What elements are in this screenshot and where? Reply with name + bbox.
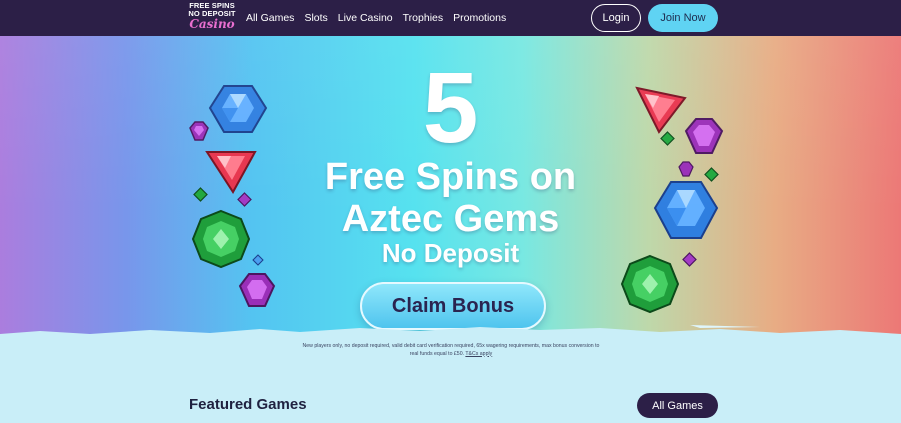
- logo-line-2: NO DEPOSIT: [188, 8, 236, 18]
- hero-banner: 5 Free Spins on Aztec Gems No Deposit Cl…: [0, 36, 901, 336]
- logo-line-3: Casino: [189, 17, 235, 31]
- top-nav-bar: FREE SPINS NO DEPOSIT Casino All Games S…: [0, 0, 901, 36]
- green-gem-icon: [620, 254, 680, 314]
- featured-games-heading: Featured Games: [189, 396, 307, 413]
- blue-gem-icon: [653, 181, 719, 239]
- join-now-button[interactable]: Join Now: [648, 4, 718, 32]
- terms-disclaimer: New players only, no deposit required, v…: [290, 343, 612, 358]
- hero-subtitle: No Deposit: [381, 238, 520, 268]
- small-purple-gem-icon: [678, 161, 694, 177]
- red-gem-icon: [205, 151, 257, 194]
- disclaimer-text-1: New players only, no deposit required, v…: [302, 343, 600, 349]
- tiny-purple-gem-icon: [682, 252, 697, 267]
- red-gem-icon: [635, 86, 687, 134]
- tiny-blue-gem-icon: [252, 254, 264, 266]
- green-gem-icon: [191, 209, 251, 269]
- blue-gem-icon: [208, 85, 268, 133]
- tiny-green-gem-icon: [660, 131, 675, 146]
- tiny-green-gem-icon: [704, 167, 719, 182]
- nav-all-games[interactable]: All Games: [246, 12, 294, 24]
- tiny-green-gem-icon: [193, 187, 208, 202]
- hero-title-line-2: Aztec Gems: [341, 198, 560, 240]
- all-games-button[interactable]: All Games: [637, 393, 718, 418]
- disclaimer-text-2: real funds equal to £50.: [409, 350, 465, 357]
- small-purple-gem-icon: [189, 121, 209, 141]
- nav-trophies[interactable]: Trophies: [403, 12, 443, 24]
- nav-slots[interactable]: Slots: [304, 12, 327, 24]
- purple-gem-icon: [238, 273, 276, 307]
- terms-link[interactable]: T&Cs apply: [465, 351, 492, 357]
- nav-live-casino[interactable]: Live Casino: [338, 12, 393, 24]
- purple-gem-icon: [684, 118, 724, 154]
- main-nav: All Games Slots Live Casino Trophies Pro…: [246, 0, 506, 36]
- hero-spin-count: 5: [422, 52, 479, 164]
- login-button[interactable]: Login: [591, 4, 641, 32]
- tiny-purple-gem-icon: [237, 192, 252, 207]
- hero-title-line-1: Free Spins on: [324, 156, 577, 198]
- site-logo[interactable]: FREE SPINS NO DEPOSIT Casino: [188, 2, 236, 34]
- nav-promotions[interactable]: Promotions: [453, 12, 506, 24]
